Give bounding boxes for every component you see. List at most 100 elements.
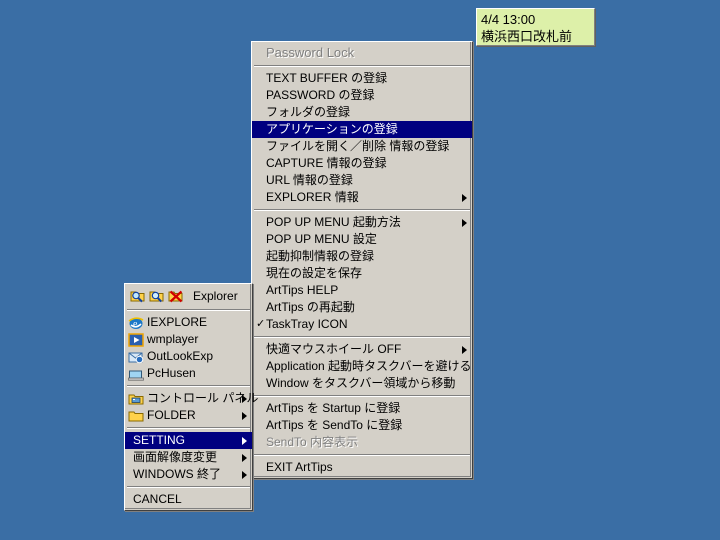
menu-item-label: Application 起動時タスクバーを避ける xyxy=(266,359,472,373)
menu-separator xyxy=(254,454,470,456)
submenu-arrow-icon xyxy=(462,345,467,354)
menu-item-label: アプリケーションの登録 xyxy=(266,122,398,136)
menu-item-label: EXIT ArtTips xyxy=(266,460,333,474)
menu-item-label: フォルダの登録 xyxy=(266,105,351,119)
submenu-arrow-icon xyxy=(242,470,247,479)
menu-item-label: PASSWORD の登録 xyxy=(266,88,375,102)
menu-item-label: Window をタスクバー領域から移動 xyxy=(266,376,456,390)
menu-item-wmplayer[interactable]: wmplayer xyxy=(125,331,252,348)
menu-item-label: ArtTips の再起動 xyxy=(266,300,355,314)
menu-item-setting[interactable]: SETTING xyxy=(125,432,252,449)
menu-item-label: ArtTips を SendTo に登録 xyxy=(266,418,403,432)
menu-separator xyxy=(254,65,470,67)
menu-item-url[interactable]: URL 情報の登録 xyxy=(252,172,472,189)
menu-item-label: PcHusen xyxy=(147,366,196,380)
menu-separator xyxy=(127,427,250,429)
desktop-background: 4/4 13:00 横浜西口改札前 Password Lock TEXT BUF… xyxy=(0,0,720,540)
menu-item-item[interactable]: ファイルを開く／削除 情報の登録 xyxy=(252,138,472,155)
submenu-arrow-icon xyxy=(242,453,247,462)
menu-item-window[interactable]: Window をタスクバー領域から移動 xyxy=(252,375,472,392)
menu-item-arttips[interactable]: ArtTips の再起動 xyxy=(252,299,472,316)
submenu-arrow-icon xyxy=(242,436,247,445)
control-panel-icon xyxy=(128,391,144,407)
folder-icon xyxy=(128,408,144,424)
menu-item-sendto: SendTo 内容表示 xyxy=(252,434,472,451)
menu-item-label: TaskTray ICON xyxy=(266,317,348,331)
menu-separator xyxy=(127,385,250,387)
menu-item-item[interactable]: アプリケーションの登録 xyxy=(252,121,472,138)
menu-header-password-lock: Password Lock xyxy=(266,45,355,60)
explorer-popup-menu[interactable]: Explorer e IEXPLORE wmplayer OutLookExp PcHu… xyxy=(124,283,258,511)
outlook-express-icon xyxy=(128,349,144,365)
menu-item-label: SETTING xyxy=(133,433,186,447)
menu-item-pop-up-menu[interactable]: POP UP MENU 起動方法 xyxy=(252,214,472,231)
menu-item-label: ArtTips を Startup に登録 xyxy=(266,401,401,415)
folder-search-alt-icon[interactable] xyxy=(149,288,165,304)
menu-item-windows[interactable]: WINDOWS 終了 xyxy=(125,466,252,483)
folder-search-delete-icon[interactable] xyxy=(168,288,184,304)
menu-item-label: FOLDER xyxy=(147,408,196,422)
menu-item-label: CAPTURE 情報の登録 xyxy=(266,156,387,170)
menu-item-label: EXPLORER 情報 xyxy=(266,190,359,204)
menu-item-label: WINDOWS 終了 xyxy=(133,467,221,481)
menu-item-item[interactable]: フォルダの登録 xyxy=(252,104,472,121)
menu-item-label: ArtTips HELP xyxy=(266,283,339,297)
submenu-arrow-icon xyxy=(242,411,247,420)
explorer-menu-groups: e IEXPLORE wmplayer OutLookExp PcHusen コントロール… xyxy=(125,314,258,508)
arttips-main-menu[interactable]: Password Lock TEXT BUFFER の登録 PASSWORD の登… xyxy=(251,41,473,479)
menu-item-label: 画面解像度変更 xyxy=(133,450,218,464)
submenu-arrow-icon xyxy=(242,394,247,403)
menu-item-password[interactable]: PASSWORD の登録 xyxy=(252,87,472,104)
menu-item-item[interactable]: 現在の設定を保存 xyxy=(252,265,472,282)
folder-search-icon[interactable] xyxy=(130,288,146,304)
menu-item-label: SendTo 内容表示 xyxy=(266,435,359,449)
menu-item-label: 現在の設定を保存 xyxy=(266,266,363,280)
menu-item-item[interactable]: コントロール パネル xyxy=(125,390,258,407)
tooltip-line-datetime: 4/4 13:00 xyxy=(481,12,536,27)
menu-item-label: 快適マウスホイール OFF xyxy=(266,342,402,356)
menu-item-item[interactable]: 画面解像度変更 xyxy=(125,449,252,466)
internet-explorer-icon: e xyxy=(128,315,144,331)
menu-separator xyxy=(254,395,470,397)
svg-text:e: e xyxy=(133,319,138,330)
windows-media-player-icon xyxy=(128,332,144,348)
menu-item-label: wmplayer xyxy=(147,332,199,346)
submenu-arrow-icon xyxy=(462,193,467,202)
menu-item-arttips-startup[interactable]: ArtTips を Startup に登録 xyxy=(252,400,472,417)
menu-separator xyxy=(254,336,470,338)
menu-item-exit-arttips[interactable]: EXIT ArtTips xyxy=(252,459,472,476)
menu-item-label: IEXPLORE xyxy=(147,315,208,329)
menu-item-text-buffer[interactable]: TEXT BUFFER の登録 xyxy=(252,70,472,87)
menu-item-capture[interactable]: CAPTURE 情報の登録 xyxy=(252,155,472,172)
menu-item-label: CANCEL xyxy=(133,492,182,506)
menu-item-label: ファイルを開く／削除 情報の登録 xyxy=(266,139,450,153)
menu-item-cancel[interactable]: CANCEL xyxy=(125,491,252,508)
menu-item-label: POP UP MENU 設定 xyxy=(266,232,377,246)
submenu-arrow-icon xyxy=(462,218,467,227)
pchusen-icon xyxy=(128,366,144,382)
menu-item-explorer[interactable]: EXPLORER 情報 xyxy=(252,189,472,206)
menu-item-tasktray-icon[interactable]: ✓ TaskTray ICON xyxy=(252,316,472,333)
main-menu-groups: TEXT BUFFER の登録 PASSWORD の登録 フォルダの登録アプリケーシ… xyxy=(252,70,472,476)
check-icon: ✓ xyxy=(256,318,266,330)
explorer-title-label: Explorer xyxy=(193,289,238,303)
menu-item-pchusen[interactable]: PcHusen xyxy=(125,365,252,382)
menu-item-outlookexp[interactable]: OutLookExp xyxy=(125,348,252,365)
explorer-title-row: Explorer xyxy=(125,286,252,306)
menu-item-label: OutLookExp xyxy=(147,349,214,363)
menu-item-arttips-sendto[interactable]: ArtTips を SendTo に登録 xyxy=(252,417,472,434)
menu-item-label: 起動抑制情報の登録 xyxy=(266,249,375,263)
menu-item-arttips-help[interactable]: ArtTips HELP xyxy=(252,282,472,299)
menu-item-application[interactable]: Application 起動時タスクバーを避ける xyxy=(252,358,472,375)
menu-separator xyxy=(254,209,470,211)
menu-item-label: TEXT BUFFER の登録 xyxy=(266,71,388,85)
menu-item-off[interactable]: 快適マウスホイール OFF xyxy=(252,341,472,358)
menu-item-label: URL 情報の登録 xyxy=(266,173,353,187)
menu-item-iexplore[interactable]: e IEXPLORE xyxy=(125,314,252,331)
menu-item-pop-up-menu[interactable]: POP UP MENU 設定 xyxy=(252,231,472,248)
artips-tooltip[interactable]: 4/4 13:00 横浜西口改札前 xyxy=(476,8,595,46)
menu-item-label: POP UP MENU 起動方法 xyxy=(266,215,401,229)
menu-item-item[interactable]: 起動抑制情報の登録 xyxy=(252,248,472,265)
menu-item-folder[interactable]: FOLDER xyxy=(125,407,252,424)
tooltip-line-text: 横浜西口改札前 xyxy=(481,29,573,44)
